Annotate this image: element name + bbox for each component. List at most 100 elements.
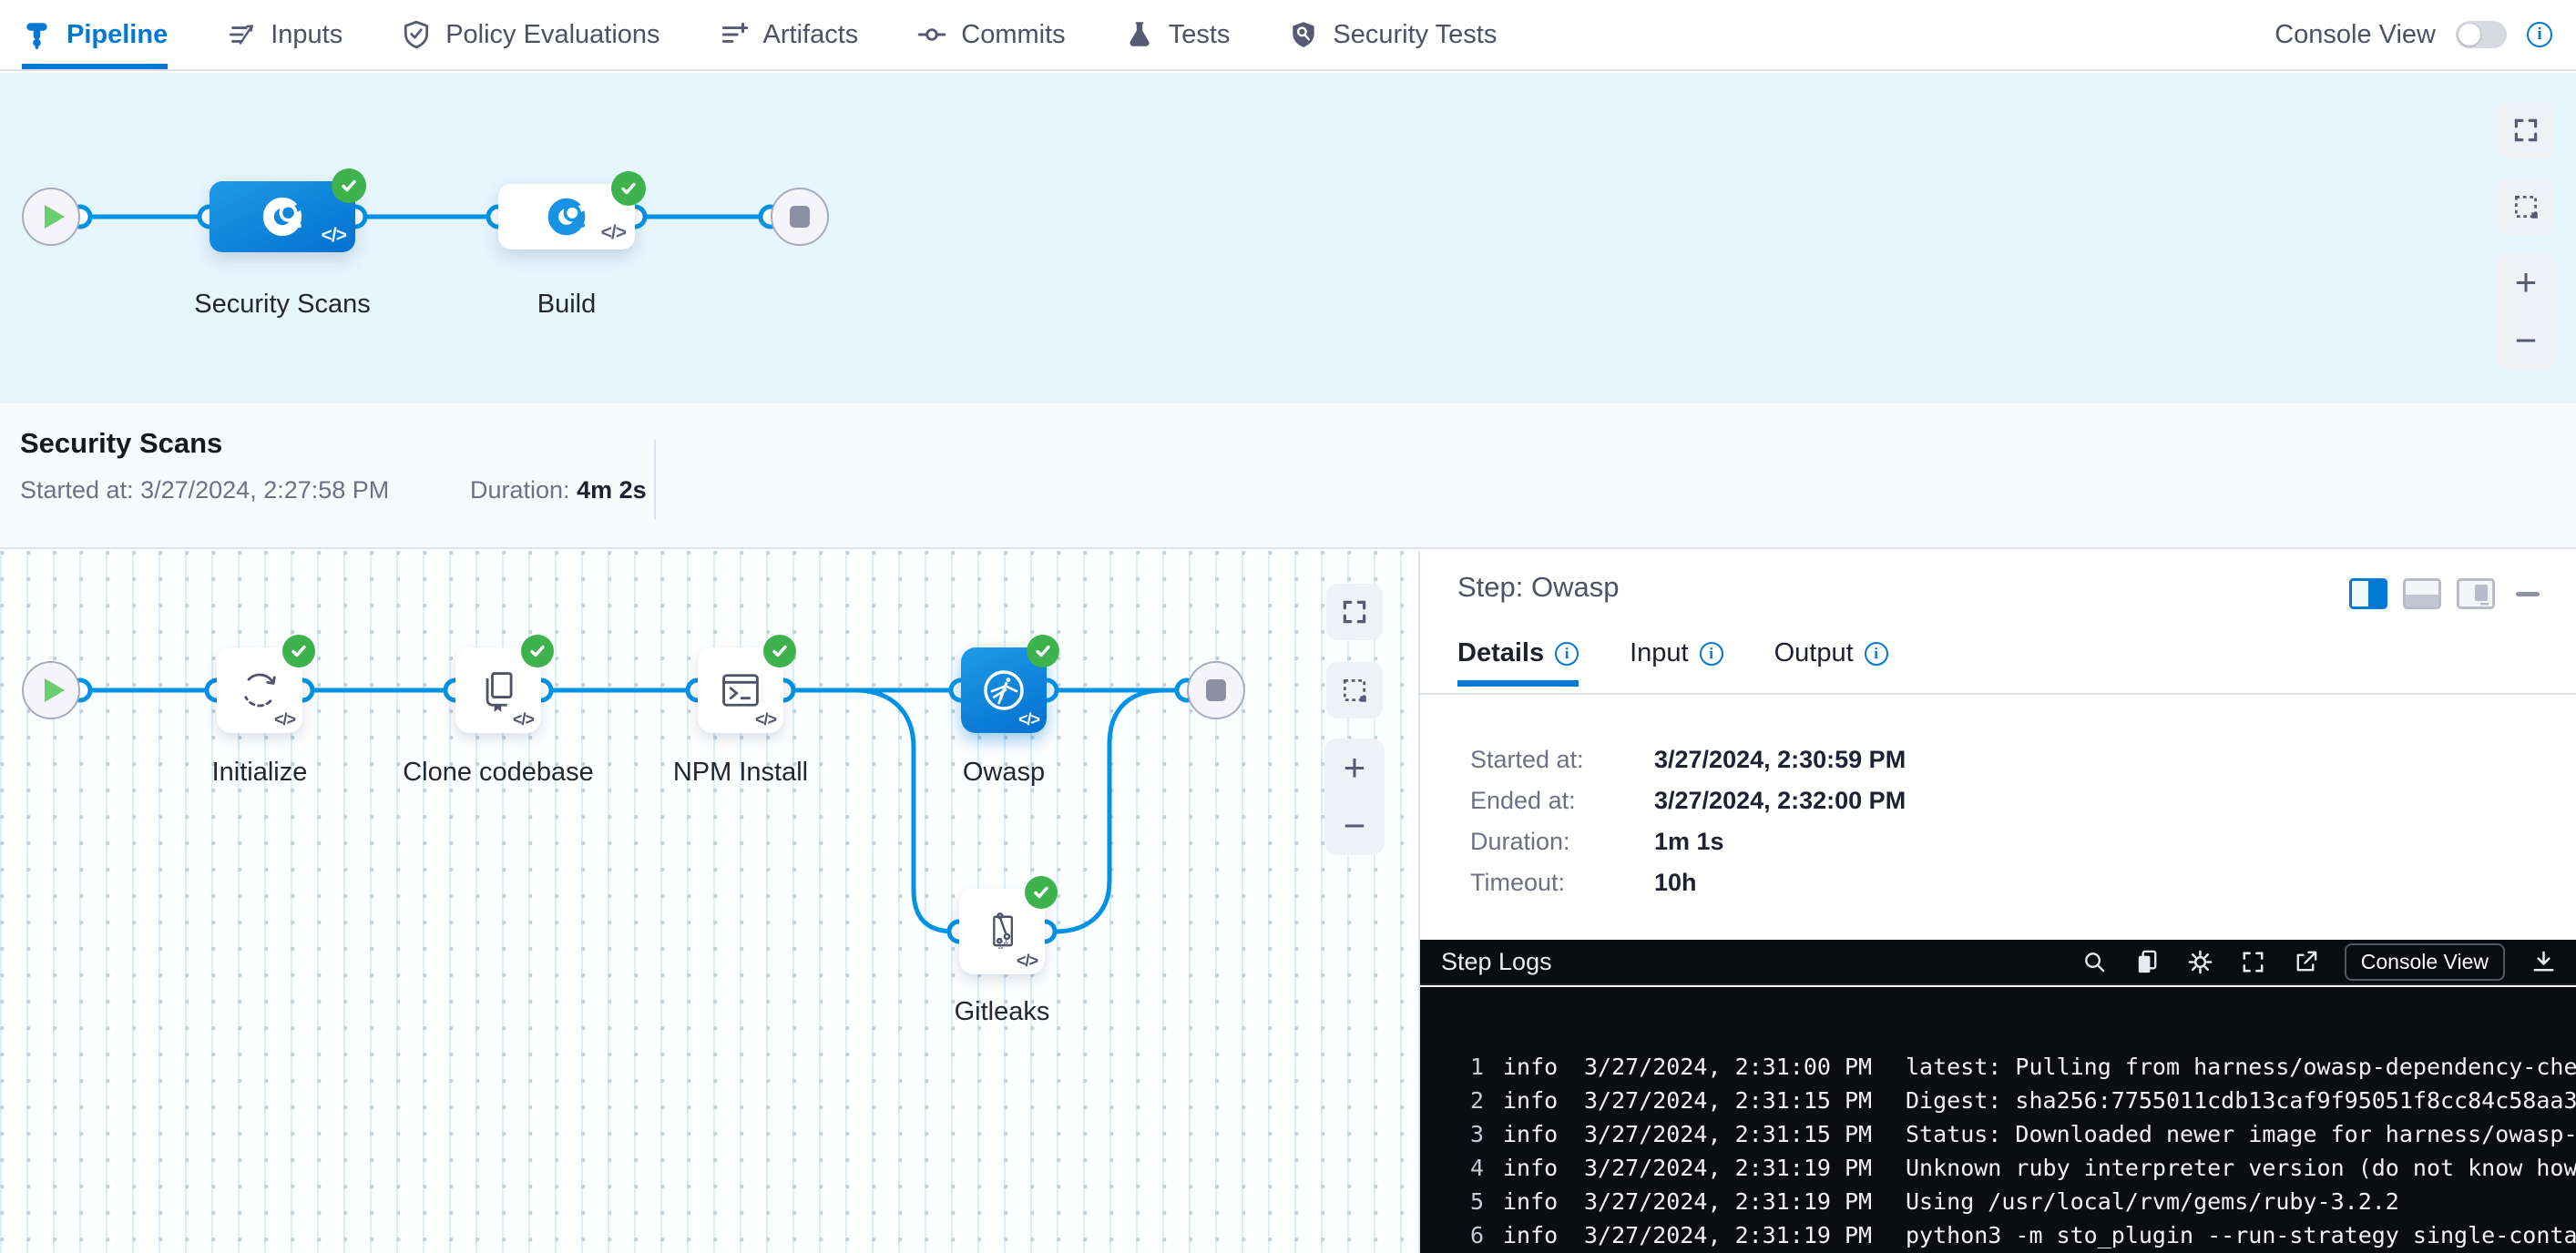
success-badge: [1027, 635, 1059, 667]
tab-details[interactable]: Details i: [1457, 638, 1579, 687]
gear-icon[interactable]: [2186, 948, 2214, 976]
console-view-button[interactable]: Console View: [2345, 943, 2505, 981]
tab-label: Tests: [1169, 20, 1231, 50]
detail-label: Timeout:: [1470, 869, 1565, 896]
step-logs-toolbar: Console View: [2080, 943, 2558, 981]
step-label[interactable]: NPM Install: [673, 758, 808, 788]
stage-started-at: Started at: 3/27/2024, 2:27:58 PM: [20, 476, 389, 504]
tab-label: Security Tests: [1333, 20, 1497, 50]
code-icon: </>: [513, 710, 534, 729]
code-icon: </>: [274, 710, 295, 729]
graph-fullscreen-button[interactable]: [1326, 584, 1383, 640]
stage-graph-canvas[interactable]: </> </> Security Scans Build + −: [0, 73, 2576, 403]
output-info-icon[interactable]: i: [1865, 642, 1888, 666]
step-label[interactable]: Initialize: [212, 758, 308, 788]
stage-node-security-scans[interactable]: </>: [210, 181, 355, 252]
stage-fullscreen-button[interactable]: [2498, 102, 2554, 158]
stage-start-node[interactable]: [22, 188, 80, 246]
flask-icon: [1124, 19, 1155, 50]
tab-label: Input: [1630, 638, 1689, 668]
log-timestamp: 3/27/2024, 2:31:15 PM: [1584, 1121, 1872, 1147]
stage-label[interactable]: Security Scans: [194, 290, 370, 320]
stop-icon: [1206, 679, 1226, 701]
panel-layout-controls: [2349, 578, 2540, 609]
step-logs-title: Step Logs: [1441, 948, 1552, 976]
graph-zoom-controls: + −: [1324, 739, 1385, 855]
log-line-number: 2: [1455, 1087, 1484, 1114]
log-timestamp: 3/27/2024, 2:31:15 PM: [1584, 1087, 1872, 1114]
zoom-in-button[interactable]: +: [1344, 749, 1366, 787]
detail-value: 3/27/2024, 2:30:59 PM: [1654, 746, 1906, 774]
zoom-in-button[interactable]: +: [2515, 263, 2538, 301]
security-scan-stage-icon: [259, 193, 306, 240]
step-panel-tabs: Details i Input i Output i: [1457, 638, 2576, 695]
duration-label: Duration:: [470, 476, 577, 504]
code-icon: </>: [755, 710, 776, 729]
code-icon: </>: [322, 225, 346, 247]
step-label[interactable]: Gitleaks: [955, 997, 1050, 1027]
tab-commits[interactable]: Commits: [916, 0, 1065, 69]
step-label[interactable]: Owasp: [963, 758, 1045, 788]
duration-value: 4m 2s: [577, 476, 647, 504]
log-timestamp: 3/27/2024, 2:31:19 PM: [1584, 1222, 1872, 1248]
graph-marquee-select-button[interactable]: [1326, 662, 1383, 718]
tab-output[interactable]: Output i: [1774, 638, 1888, 687]
stage-label[interactable]: Build: [537, 290, 597, 320]
layout-bottom-view-icon[interactable]: [2403, 578, 2441, 609]
console-view-toggle[interactable]: [2456, 21, 2507, 48]
step-node-owasp[interactable]: </>: [961, 647, 1047, 733]
tab-artifacts[interactable]: Artifacts: [719, 0, 859, 69]
success-badge: [282, 635, 315, 667]
stage-node-build[interactable]: </>: [498, 184, 635, 250]
step-start-node[interactable]: [22, 661, 80, 719]
step-logs-console[interactable]: 1info3/27/2024, 2:31:00 PMlatest: Pullin…: [1420, 987, 2576, 1253]
tab-tests[interactable]: Tests: [1124, 0, 1231, 69]
step-end-node[interactable]: [1187, 661, 1245, 719]
stage-end-node[interactable]: [771, 188, 829, 246]
build-stage-icon: [544, 194, 589, 239]
layout-right-view-icon[interactable]: [2349, 578, 2387, 609]
step-node-npm-install[interactable]: </>: [698, 647, 783, 733]
log-level: info: [1503, 1155, 1558, 1181]
fullscreen-icon[interactable]: [2239, 948, 2267, 976]
zoom-out-button[interactable]: −: [1344, 807, 1366, 845]
input-info-icon[interactable]: i: [1700, 642, 1723, 666]
tab-label: Details: [1457, 638, 1544, 668]
stage-zoom-controls: + −: [2496, 253, 2556, 370]
download-icon[interactable]: [2530, 948, 2558, 976]
step-label[interactable]: Clone codebase: [403, 758, 594, 788]
search-icon[interactable]: [2080, 948, 2109, 976]
tab-security-tests[interactable]: Security Tests: [1288, 0, 1497, 69]
tab-pipeline[interactable]: Pipeline: [22, 0, 168, 69]
details-info-icon[interactable]: i: [1555, 642, 1579, 666]
step-panel-title: Step: Owasp: [1457, 571, 1619, 604]
console-view-info-icon[interactable]: i: [2527, 22, 2552, 47]
step-graph-canvas[interactable]: </> </> </>: [0, 551, 1418, 1253]
step-node-clone-codebase[interactable]: </>: [455, 647, 541, 733]
log-timestamp: 3/27/2024, 2:31:19 PM: [1584, 1155, 1872, 1181]
step-node-gitleaks[interactable]: </>: [959, 889, 1045, 974]
detail-row: Ended at:3/27/2024, 2:32:00 PM: [1470, 787, 1576, 815]
detail-row: Timeout:10h: [1470, 869, 1565, 897]
nav-right-controls: Console View i: [2274, 0, 2576, 69]
commit-icon: [916, 19, 947, 50]
detail-label: Duration:: [1470, 828, 1570, 855]
log-message: python3 -m sto_plugin --run-strategy sin…: [1906, 1222, 2576, 1248]
detail-row: Started at:3/27/2024, 2:30:59 PM: [1470, 746, 1584, 774]
stage-edges: [0, 73, 2576, 403]
copy-icon[interactable]: [2133, 948, 2162, 976]
stage-marquee-select-button[interactable]: [2498, 178, 2554, 235]
step-node-initialize[interactable]: </>: [217, 647, 302, 733]
panel-minimize-icon[interactable]: [2516, 592, 2540, 596]
zoom-out-button[interactable]: −: [2515, 321, 2538, 360]
pipeline-execution-page: Pipeline Inputs Policy Evaluations Artif…: [0, 0, 2576, 1253]
layout-float-view-icon[interactable]: [2457, 578, 2495, 609]
external-link-icon[interactable]: [2292, 948, 2320, 976]
tab-input[interactable]: Input i: [1630, 638, 1723, 687]
log-message: Using /usr/local/rvm/gems/ruby-3.2.2: [1906, 1188, 2399, 1215]
console-view-label: Console View: [2274, 20, 2436, 50]
detail-value: 1m 1s: [1654, 828, 1724, 856]
tab-inputs[interactable]: Inputs: [226, 0, 342, 69]
detail-value: 3/27/2024, 2:32:00 PM: [1654, 787, 1906, 815]
tab-policy-evaluations[interactable]: Policy Evaluations: [401, 0, 659, 69]
